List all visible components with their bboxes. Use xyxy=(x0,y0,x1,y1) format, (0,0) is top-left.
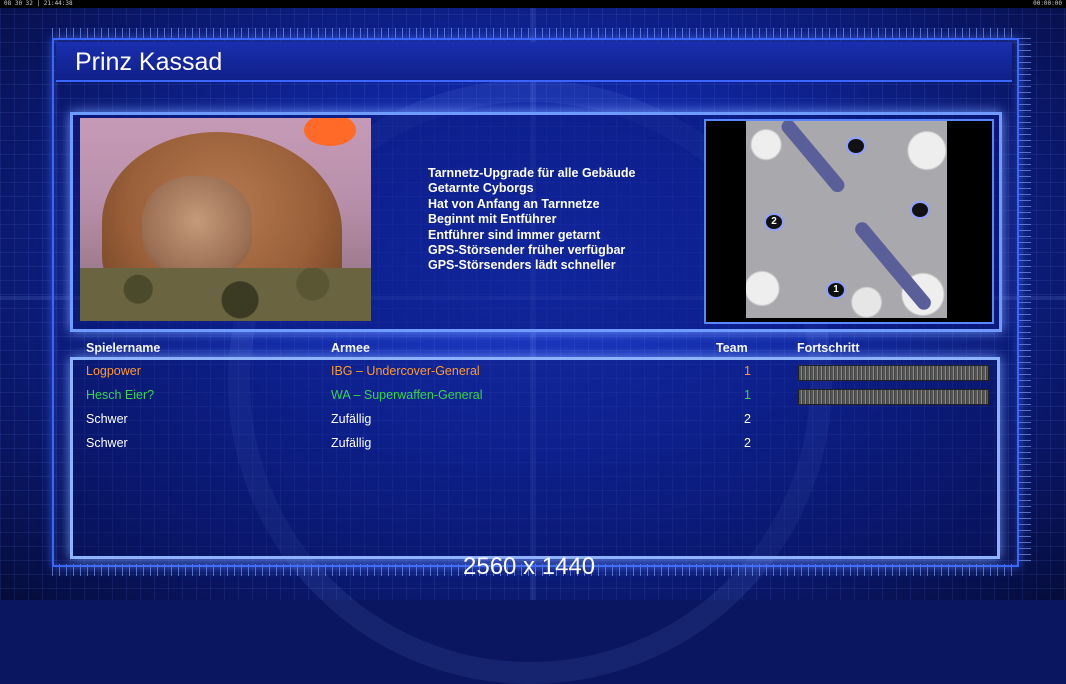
player-army: Zufällig xyxy=(331,436,372,450)
resolution-label: 2560 x 1440 xyxy=(463,553,596,580)
player-name: Logpower xyxy=(86,364,141,378)
map-river xyxy=(852,219,934,313)
header-team: Team xyxy=(716,341,748,355)
portrait-face xyxy=(142,176,252,276)
loading-progress-bar xyxy=(798,389,989,405)
map-start-position-empty xyxy=(910,201,930,219)
trait-item: Entführer sind immer getarnt xyxy=(428,227,601,242)
trait-item: Beginnt mit Entführer xyxy=(428,212,557,227)
player-team: 1 xyxy=(744,364,751,378)
player-table-header: Spielername Armee Team Fortschritt xyxy=(0,341,1066,357)
general-name-title: Prinz Kassad xyxy=(75,48,223,76)
player-team: 1 xyxy=(744,388,751,402)
minimap: 2 1 xyxy=(746,121,947,318)
general-portrait xyxy=(80,118,371,321)
table-row: Schwer Zufällig 2 xyxy=(0,410,1066,430)
player-name: Schwer xyxy=(86,436,128,450)
trait-item: GPS-Störsenders lädt schneller xyxy=(428,258,616,273)
header-progress: Fortschritt xyxy=(797,341,860,355)
header-player-name: Spielername xyxy=(86,341,161,355)
trait-item: GPS-Störsender früher verfügbar xyxy=(428,243,626,258)
table-row: Hesch Eier? WA – Superwaffen-General 1 xyxy=(0,386,1066,406)
debug-left-text: 08 30 32 | 21:44:38 xyxy=(4,0,73,7)
debug-bar: 08 30 32 | 21:44:38 00:00:00 xyxy=(0,0,1066,8)
player-name: Hesch Eier? xyxy=(86,388,155,402)
map-start-position-2: 2 xyxy=(764,213,784,231)
player-name: Schwer xyxy=(86,412,128,426)
debug-right-text: 00:00:00 xyxy=(1033,0,1062,7)
table-row: Logpower IBG – Undercover-General 1 xyxy=(0,362,1066,382)
map-river xyxy=(778,121,848,195)
player-army: WA – Superwaffen-General xyxy=(331,388,483,402)
map-start-position-1: 1 xyxy=(826,281,846,299)
trait-item: Getarnte Cyborgs xyxy=(428,181,534,196)
player-team: 2 xyxy=(744,412,751,426)
general-traits-list: Tarnnetz-Upgrade für alle Gebäude Getarn… xyxy=(428,166,635,274)
map-start-position-empty xyxy=(846,137,866,155)
player-army: Zufällig xyxy=(331,412,372,426)
table-row: Schwer Zufällig 2 xyxy=(0,434,1066,454)
portrait-camo-uniform xyxy=(80,268,371,321)
player-team: 2 xyxy=(744,436,751,450)
trait-item: Tarnnetz-Upgrade für alle Gebäude xyxy=(428,166,636,180)
player-army: IBG – Undercover-General xyxy=(331,364,480,378)
trait-item: Hat von Anfang an Tarnnetze xyxy=(428,196,600,211)
portrait-sun xyxy=(304,118,356,146)
frame-ticks-top xyxy=(52,28,1017,38)
frame-ticks-right xyxy=(1017,38,1031,563)
header-army: Armee xyxy=(331,341,370,355)
loading-progress-bar xyxy=(798,365,989,381)
